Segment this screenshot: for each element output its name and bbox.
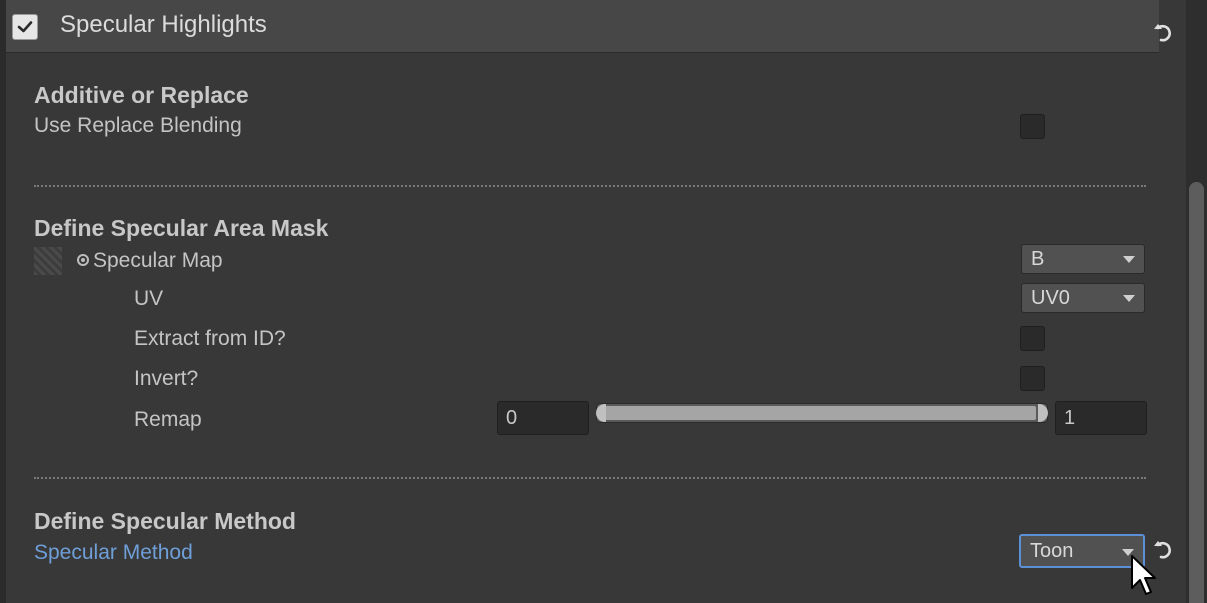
uv-dropdown[interactable]: UV0 (1021, 283, 1145, 313)
section-title: Specular Highlights (60, 11, 267, 38)
mouse-pointer-icon (1130, 554, 1156, 603)
divider (34, 185, 1146, 187)
chevron-down-icon (1123, 295, 1135, 302)
object-picker-icon[interactable] (77, 254, 89, 266)
divider (34, 477, 1146, 479)
remap-label: Remap (134, 408, 202, 431)
extract-from-id-label: Extract from ID? (134, 327, 286, 350)
enable-checkbox[interactable] (12, 14, 38, 40)
specular-method-dropdown[interactable]: Toon (1019, 534, 1145, 568)
remap-slider-range[interactable] (604, 406, 1036, 420)
remap-min-field[interactable]: 0 (497, 401, 589, 435)
texture-thumbnail[interactable] (34, 247, 62, 275)
mask-section-title: Define Specular Area Mask (34, 215, 329, 241)
invert-label: Invert? (134, 367, 199, 390)
uv-label: UV (134, 287, 164, 310)
extract-from-id-checkbox[interactable] (1020, 326, 1045, 351)
specular-map-channel-dropdown[interactable]: B (1021, 244, 1145, 274)
remap-max-field[interactable]: 1 (1055, 401, 1147, 435)
scrollbar-thumb[interactable] (1189, 182, 1204, 603)
use-replace-blending-checkbox[interactable] (1020, 114, 1045, 139)
specular-map-label: Specular Map (93, 249, 223, 272)
specular-method-label: Specular Method (34, 541, 193, 564)
method-section-title: Define Specular Method (34, 508, 296, 534)
checkmark-icon (17, 21, 33, 33)
additive-section-title: Additive or Replace (34, 82, 249, 108)
invert-checkbox[interactable] (1020, 366, 1045, 391)
revert-icon[interactable] (1152, 537, 1180, 565)
panel-left-edge (0, 0, 6, 603)
chevron-down-icon (1123, 256, 1135, 263)
revert-icon[interactable] (1152, 20, 1180, 48)
use-replace-blending-label: Use Replace Blending (34, 114, 242, 137)
